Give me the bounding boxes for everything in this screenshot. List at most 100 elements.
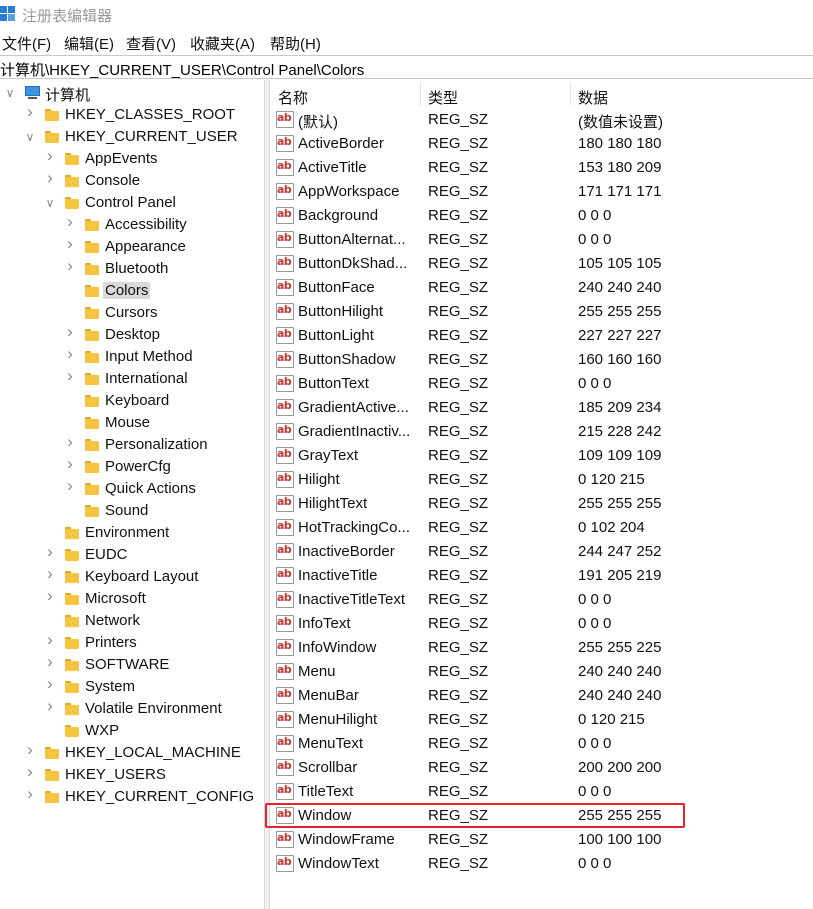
value-data: 0 0 0 (578, 615, 612, 632)
chevron-right-icon[interactable]: › (44, 147, 56, 164)
tree-item-hkey-users[interactable]: › HKEY_USERS (0, 763, 264, 786)
tree-item-accessibility[interactable]: › Accessibility (0, 213, 264, 236)
value-type: REG_SZ (428, 759, 489, 776)
chevron-right-icon[interactable]: › (64, 213, 76, 230)
chevron-right-icon[interactable]: › (44, 653, 56, 670)
tree-item-eudc[interactable]: › EUDC (0, 543, 264, 566)
tree-item-input-method[interactable]: › Input Method (0, 345, 264, 368)
value-data: 0 0 0 (578, 375, 612, 392)
value-name: ButtonHilight (298, 303, 384, 320)
column-divider[interactable] (570, 82, 571, 106)
tree-item-microsoft[interactable]: › Microsoft (0, 587, 264, 610)
tree-item-control-panel[interactable]: ∨ Control Panel (0, 192, 264, 214)
string-value-icon: ab (276, 207, 294, 224)
string-value-icon: ab (276, 375, 294, 392)
window-title: 注册表编辑器 (22, 8, 113, 25)
chevron-right-icon[interactable]: › (44, 697, 56, 714)
tree-item-bluetooth[interactable]: › Bluetooth (0, 257, 264, 280)
chevron-down-icon[interactable]: ∨ (4, 86, 16, 100)
chevron-right-icon[interactable]: › (24, 785, 36, 802)
value-name: WindowText (298, 855, 379, 872)
chevron-right-icon[interactable]: › (24, 763, 36, 780)
tree-item-system[interactable]: › System (0, 675, 264, 698)
value-name: ButtonAlternat... (298, 231, 406, 248)
tree-item-colors[interactable]: Colors (0, 280, 264, 302)
tree-item-appevents[interactable]: › AppEvents (0, 147, 264, 170)
string-value-icon: ab (276, 591, 294, 608)
chevron-right-icon[interactable]: › (64, 433, 76, 450)
chevron-right-icon[interactable]: › (44, 675, 56, 692)
tree-item-cursors[interactable]: Cursors (0, 302, 264, 324)
value-name: (默认) (298, 114, 338, 131)
tree-item-hkey-current-config[interactable]: › HKEY_CURRENT_CONFIG (0, 785, 264, 808)
chevron-right-icon[interactable]: › (64, 345, 76, 362)
tree-item-desktop[interactable]: › Desktop (0, 323, 264, 346)
menu-view[interactable]: 查看(V) (126, 33, 176, 54)
value-data: 0 0 0 (578, 855, 612, 872)
chevron-right-icon[interactable]: › (44, 543, 56, 560)
tree-root-computer[interactable]: ∨ 计算机 (0, 82, 264, 104)
chevron-right-icon[interactable]: › (24, 103, 36, 120)
value-name: HilightText (298, 495, 368, 512)
tree-item-label: Colors (103, 282, 151, 299)
column-divider[interactable] (420, 82, 421, 106)
column-header-data[interactable]: 数据 (578, 87, 608, 108)
folder-icon (85, 417, 99, 429)
menu-help[interactable]: 帮助(H) (270, 33, 321, 54)
tree-item-appearance[interactable]: › Appearance (0, 235, 264, 258)
address-bar[interactable]: 计算机\HKEY_CURRENT_USER\Control Panel\Colo… (0, 55, 813, 79)
folder-icon (65, 571, 79, 583)
value-row[interactable] (270, 108, 813, 132)
tree-item-environment[interactable]: Environment (0, 522, 264, 544)
menu-file[interactable]: 文件(F) (2, 33, 51, 54)
tree-item-sound[interactable]: Sound (0, 500, 264, 522)
tree-item-hkey-classes-root[interactable]: › HKEY_CLASSES_ROOT (0, 103, 264, 126)
chevron-right-icon[interactable]: › (64, 477, 76, 494)
chevron-down-icon[interactable]: ∨ (44, 196, 56, 210)
menu-edit[interactable]: 编辑(E) (64, 33, 114, 54)
chevron-right-icon[interactable]: › (64, 455, 76, 472)
value-row[interactable] (270, 612, 813, 636)
chevron-right-icon[interactable]: › (44, 631, 56, 648)
value-row[interactable] (270, 660, 813, 684)
tree-item-keyboard[interactable]: Keyboard (0, 390, 264, 412)
column-header-type[interactable]: 类型 (428, 87, 458, 108)
value-name: InactiveTitleText (298, 591, 405, 608)
value-type: REG_SZ (428, 135, 489, 152)
folder-icon (85, 241, 99, 253)
value-row[interactable] (270, 468, 813, 492)
address-path[interactable]: 计算机\HKEY_CURRENT_USER\Control Panel\Colo… (0, 59, 364, 80)
tree-item-printers[interactable]: › Printers (0, 631, 264, 654)
value-type: REG_SZ (428, 447, 489, 464)
chevron-right-icon[interactable]: › (64, 235, 76, 252)
column-header-name[interactable]: 名称 (278, 87, 308, 108)
tree-item-hkey-current-user[interactable]: ∨ HKEY_CURRENT_USER (0, 126, 264, 148)
chevron-right-icon[interactable]: › (44, 587, 56, 604)
folder-icon (85, 219, 99, 231)
chevron-right-icon[interactable]: › (64, 257, 76, 274)
value-type: REG_SZ (428, 255, 489, 272)
tree-item-network[interactable]: Network (0, 610, 264, 632)
tree-item-label: Network (85, 612, 141, 629)
menu-favorites[interactable]: 收藏夹(A) (190, 33, 255, 54)
chevron-right-icon[interactable]: › (44, 169, 56, 186)
tree-item-console[interactable]: › Console (0, 169, 264, 192)
chevron-down-icon[interactable]: ∨ (24, 130, 36, 144)
chevron-right-icon[interactable]: › (64, 323, 76, 340)
tree-item-keyboard-layout[interactable]: › Keyboard Layout (0, 565, 264, 588)
tree-item-mouse[interactable]: Mouse (0, 412, 264, 434)
chevron-right-icon[interactable]: › (24, 741, 36, 758)
tree-item-hkey-local-machine[interactable]: › HKEY_LOCAL_MACHINE (0, 741, 264, 764)
tree-item-quick-actions[interactable]: › Quick Actions (0, 477, 264, 500)
tree-item-software[interactable]: › SOFTWARE (0, 653, 264, 676)
tree-item-wxp[interactable]: WXP (0, 720, 264, 742)
folder-icon (85, 439, 99, 451)
tree-item-volatile-environment[interactable]: › Volatile Environment (0, 697, 264, 720)
tree-item-personalization[interactable]: › Personalization (0, 433, 264, 456)
chevron-right-icon[interactable]: › (64, 367, 76, 384)
value-data: (数值未设置) (578, 114, 663, 131)
tree-item-powercfg[interactable]: › PowerCfg (0, 455, 264, 478)
tree-item-international[interactable]: › International (0, 367, 264, 390)
chevron-right-icon[interactable]: › (44, 565, 56, 582)
value-name: InfoWindow (298, 639, 377, 656)
